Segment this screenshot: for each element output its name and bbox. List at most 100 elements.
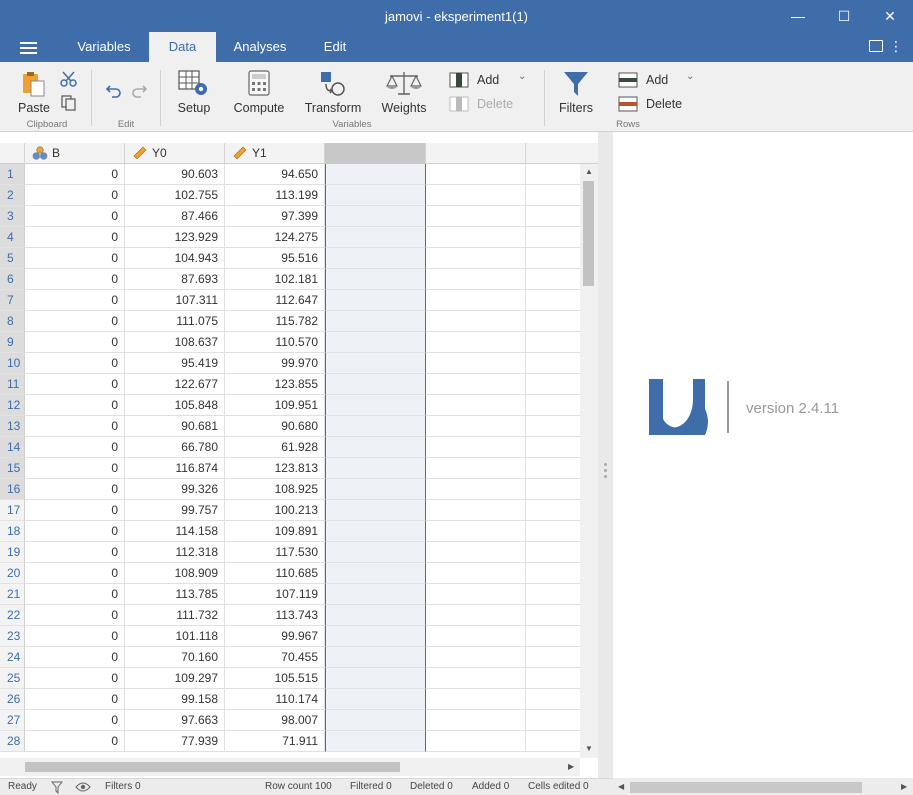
- cell-empty-selected[interactable]: [325, 500, 426, 521]
- scroll-right-icon[interactable]: ▶: [568, 762, 574, 771]
- cell-y0[interactable]: 90.603: [125, 164, 225, 185]
- delete-row-icon[interactable]: [618, 96, 638, 112]
- cell-b[interactable]: 0: [25, 647, 125, 668]
- cell-y0[interactable]: 97.663: [125, 710, 225, 731]
- cell-empty[interactable]: [426, 647, 526, 668]
- row-number[interactable]: 2: [0, 185, 25, 206]
- cell-empty[interactable]: [426, 395, 526, 416]
- cell-empty[interactable]: [426, 710, 526, 731]
- cell-y0[interactable]: 122.677: [125, 374, 225, 395]
- cell-y1[interactable]: 110.570: [225, 332, 325, 353]
- cell-empty[interactable]: [526, 311, 580, 332]
- row-number[interactable]: 6: [0, 269, 25, 290]
- weights-button[interactable]: Weights: [376, 68, 432, 118]
- cell-b[interactable]: 0: [25, 689, 125, 710]
- cell-y1[interactable]: 123.855: [225, 374, 325, 395]
- cell-y1[interactable]: 107.119: [225, 584, 325, 605]
- cell-empty[interactable]: [526, 416, 580, 437]
- row-number[interactable]: 19: [0, 542, 25, 563]
- cell-y0[interactable]: 105.848: [125, 395, 225, 416]
- cell-empty-selected[interactable]: [325, 164, 426, 185]
- cell-y1[interactable]: 94.650: [225, 164, 325, 185]
- cell-empty[interactable]: [526, 605, 580, 626]
- tab-edit[interactable]: Edit: [312, 32, 358, 62]
- add-row-button[interactable]: Add: [646, 73, 668, 87]
- add-row-dropdown-icon[interactable]: ⌄: [686, 71, 694, 82]
- cell-b[interactable]: 0: [25, 185, 125, 206]
- row-number[interactable]: 1: [0, 164, 25, 185]
- cell-empty[interactable]: [426, 269, 526, 290]
- row-number[interactable]: 14: [0, 437, 25, 458]
- cell-y1[interactable]: 108.925: [225, 479, 325, 500]
- horizontal-scroll-thumb[interactable]: [25, 762, 400, 772]
- vertical-scroll-thumb[interactable]: [583, 181, 594, 286]
- cell-empty[interactable]: [526, 668, 580, 689]
- cell-empty[interactable]: [426, 248, 526, 269]
- cell-empty-selected[interactable]: [325, 206, 426, 227]
- row-number[interactable]: 25: [0, 668, 25, 689]
- cell-empty-selected[interactable]: [325, 311, 426, 332]
- cell-y1[interactable]: 98.007: [225, 710, 325, 731]
- cell-y1[interactable]: 105.515: [225, 668, 325, 689]
- cell-empty-selected[interactable]: [325, 395, 426, 416]
- delete-variable-icon[interactable]: [449, 96, 469, 112]
- cell-y1[interactable]: 110.685: [225, 563, 325, 584]
- cell-b[interactable]: 0: [25, 584, 125, 605]
- cell-b[interactable]: 0: [25, 437, 125, 458]
- cell-y1[interactable]: 117.530: [225, 542, 325, 563]
- cell-y0[interactable]: 90.681: [125, 416, 225, 437]
- cell-b[interactable]: 0: [25, 248, 125, 269]
- row-number[interactable]: 18: [0, 521, 25, 542]
- row-number[interactable]: 24: [0, 647, 25, 668]
- row-number[interactable]: 15: [0, 458, 25, 479]
- cell-empty-selected[interactable]: [325, 731, 426, 752]
- cell-y1[interactable]: 99.967: [225, 626, 325, 647]
- panel-splitter[interactable]: [598, 132, 613, 778]
- cell-empty-selected[interactable]: [325, 605, 426, 626]
- column-header-b[interactable]: B: [25, 143, 125, 164]
- row-number[interactable]: 4: [0, 227, 25, 248]
- cell-empty[interactable]: [526, 521, 580, 542]
- cell-b[interactable]: 0: [25, 311, 125, 332]
- row-number[interactable]: 23: [0, 626, 25, 647]
- cell-b[interactable]: 0: [25, 521, 125, 542]
- filters-button[interactable]: Filters: [552, 68, 600, 118]
- cell-empty[interactable]: [526, 647, 580, 668]
- cell-empty-selected[interactable]: [325, 374, 426, 395]
- cell-y1[interactable]: 115.782: [225, 311, 325, 332]
- cell-y1[interactable]: 109.951: [225, 395, 325, 416]
- delete-variable-button[interactable]: Delete: [477, 97, 513, 111]
- cell-y0[interactable]: 101.118: [125, 626, 225, 647]
- cell-empty[interactable]: [426, 206, 526, 227]
- cell-empty[interactable]: [426, 374, 526, 395]
- undo-icon[interactable]: [105, 82, 123, 98]
- cell-y0[interactable]: 108.637: [125, 332, 225, 353]
- cell-empty[interactable]: [426, 542, 526, 563]
- cell-empty[interactable]: [426, 437, 526, 458]
- cell-y0[interactable]: 108.909: [125, 563, 225, 584]
- row-number[interactable]: 17: [0, 500, 25, 521]
- cell-b[interactable]: 0: [25, 290, 125, 311]
- scroll-left-icon[interactable]: ◀: [618, 782, 624, 791]
- cell-empty[interactable]: [426, 290, 526, 311]
- cell-b[interactable]: 0: [25, 626, 125, 647]
- cell-empty-selected[interactable]: [325, 584, 426, 605]
- cell-empty[interactable]: [526, 332, 580, 353]
- cell-y1[interactable]: 123.813: [225, 458, 325, 479]
- column-header-y0[interactable]: Y0: [125, 143, 225, 164]
- cell-empty[interactable]: [526, 395, 580, 416]
- cell-b[interactable]: 0: [25, 500, 125, 521]
- cell-empty[interactable]: [526, 290, 580, 311]
- cell-b[interactable]: 0: [25, 227, 125, 248]
- cell-y0[interactable]: 111.732: [125, 605, 225, 626]
- minimize-button[interactable]: —: [775, 0, 821, 32]
- copy-icon[interactable]: [61, 95, 77, 111]
- cell-empty[interactable]: [526, 542, 580, 563]
- cell-empty[interactable]: [426, 416, 526, 437]
- cell-b[interactable]: 0: [25, 542, 125, 563]
- cell-empty[interactable]: [526, 227, 580, 248]
- cell-empty-selected[interactable]: [325, 689, 426, 710]
- cell-empty[interactable]: [526, 458, 580, 479]
- cell-empty[interactable]: [526, 269, 580, 290]
- cell-y1[interactable]: 61.928: [225, 437, 325, 458]
